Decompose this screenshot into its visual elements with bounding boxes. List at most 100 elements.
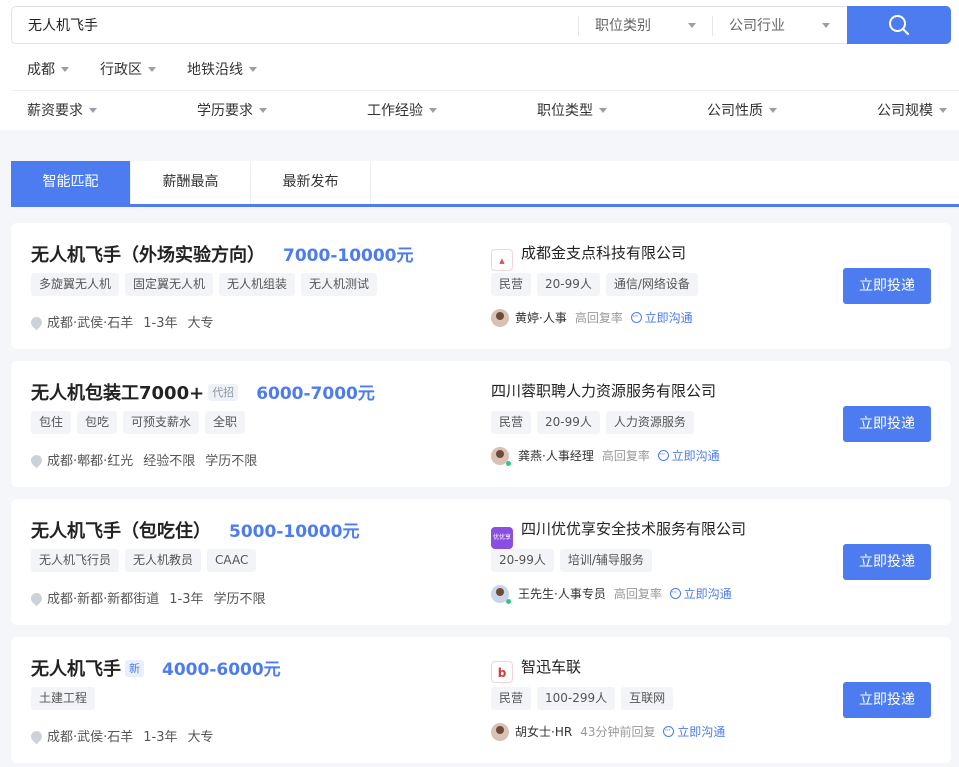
job-location: 成都·郫都·红光 [47,454,134,469]
chat-link[interactable]: 立即沟通 [630,307,693,327]
job-card[interactable]: 无人机飞手（外场实验方向） 7000-10000元 多旋翼无人机 固定翼无人机 无人机… [11,223,951,349]
job-tag: CAAC [207,549,257,572]
recruiter-name: 龚燕·人事经理 [518,449,594,463]
avatar [491,309,509,327]
company-tag: 20-99人 [537,273,600,296]
job-title-row: 无人机飞手新 4000-6000元 [31,655,281,681]
chat-link[interactable]: 立即沟通 [663,721,725,741]
avatar [491,585,509,603]
company-name[interactable]: 四川优优享安全技术服务有限公司 [521,520,746,538]
chat-link[interactable]: 立即沟通 [669,583,732,603]
filter-job-type[interactable]: 职位类型 [537,101,607,121]
search-button[interactable] [847,6,951,44]
filter-company-nature[interactable]: 公司性质 [707,101,777,121]
location-pin-icon [28,314,45,331]
filter-education[interactable]: 学历要求 [197,101,267,121]
chat-link[interactable]: 立即沟通 [657,445,720,465]
location-pin-icon [28,452,45,469]
job-tag: 土建工程 [31,687,96,710]
company-name[interactable]: 成都金支点科技有限公司 [521,244,686,262]
filter-subway[interactable]: 地铁沿线 [187,60,257,80]
recruiter-row: 胡女士·HR 43分钟前回复 立即沟通 [491,721,725,742]
job-experience: 1-3年 [169,592,204,607]
company-name[interactable]: 智迅车联 [521,658,581,676]
job-card[interactable]: 无人机飞手新 4000-6000元 土建工程 成都·武侯·石羊 1-3年 大专 b 智迅… [11,637,951,763]
job-tag: 无人机飞行员 [31,549,120,572]
recruiter-row: 黄婷·人事高回复率 立即沟通 [491,307,693,328]
job-title[interactable]: 无人机飞手 [31,659,121,680]
job-location: 成都·新都·新都街道 [47,592,160,607]
apply-button[interactable]: 立即投递 [843,268,931,304]
job-tags: 多旋翼无人机 固定翼无人机 无人机组装 无人机测试 [31,273,383,296]
search-panel: 职位类别 公司行业 成都 行政区 地铁沿线 薪资要求 学历要求 工作经验 职位类… [0,0,959,130]
search-input[interactable] [12,7,577,43]
reply-rate: 高回复率 [601,449,650,463]
industry-select[interactable]: 公司行业 [712,16,830,36]
reply-rate: 高回复率 [574,311,623,325]
job-card[interactable]: 无人机包装工7000+ 代招 6000-7000元 包住 包吃 可预支薪水 全职 成都·郫… [11,361,951,487]
filter-company-size[interactable]: 公司规模 [877,101,947,121]
new-badge: 新 [125,660,144,677]
sort-tabs: 智能匹配 薪酬最高 最新发布 [11,161,959,207]
job-tag: 包吃 [77,411,118,434]
avatar [491,447,509,465]
company-row: b 智迅车联 [491,656,581,683]
chevron-down-icon [249,67,257,72]
job-location: 成都·武侯·石羊 [47,316,134,331]
job-title[interactable]: 无人机包装工7000+ [31,383,204,404]
apply-button[interactable]: 立即投递 [843,682,931,718]
job-salary: 4000-6000元 [162,660,281,680]
chat-icon [657,445,669,465]
company-tag: 民营 [491,687,532,710]
tab-smart-match[interactable]: 智能匹配 [11,161,131,204]
avatar [491,723,509,741]
tab-highest-salary[interactable]: 薪酬最高 [131,161,251,204]
recruiter-row: 王先生·人事专员高回复率 立即沟通 [491,583,732,605]
recruiter-name: 王先生·人事专员 [518,587,606,601]
chevron-down-icon [61,67,69,72]
apply-button[interactable]: 立即投递 [843,544,931,580]
job-title-row: 无人机飞手（包吃住） 5000-10000元 [31,517,360,543]
chat-icon [630,307,642,327]
chevron-down-icon [429,108,437,113]
industry-label: 公司行业 [729,18,785,34]
company-logo: 优优享 [491,527,513,549]
search-bar: 职位类别 公司行业 [11,6,951,44]
company-tag: 100-299人 [537,687,616,710]
tab-latest[interactable]: 最新发布 [251,161,371,204]
job-tags: 包住 包吃 可预支薪水 全职 [31,411,251,434]
job-card[interactable]: 无人机飞手（包吃住） 5000-10000元 无人机飞行员 无人机教员 CAAC 成都… [11,499,951,625]
location-pin-icon [28,728,45,745]
job-tag: 可预支薪水 [123,411,200,434]
job-tag: 无人机教员 [125,549,202,572]
job-education: 大专 [187,730,214,745]
job-tags: 无人机飞行员 无人机教员 CAAC [31,549,262,572]
job-location: 成都·武侯·石羊 [47,730,134,745]
company-name[interactable]: 四川蓉职聘人力资源服务有限公司 [491,382,716,400]
job-title[interactable]: 无人机飞手（包吃住） [31,521,211,542]
filter-district[interactable]: 行政区 [100,60,156,80]
chevron-down-icon [259,108,267,113]
job-title-row: 无人机包装工7000+ 代招 6000-7000元 [31,379,375,405]
filter-city[interactable]: 成都 [27,60,69,80]
chevron-down-icon [939,108,947,113]
job-category-label: 职位类别 [595,18,651,34]
company-tags: 民营 20-99人 人力资源服务 [491,411,700,434]
job-meta: 成都·郫都·红光 经验不限 学历不限 [28,450,267,469]
company-row: 四川蓉职聘人力资源服务有限公司 [491,380,716,401]
job-tag: 全职 [205,411,246,434]
company-tag: 互联网 [621,687,674,710]
reply-rate: 43分钟前回复 [580,725,656,739]
apply-button[interactable]: 立即投递 [843,406,931,442]
job-tag: 无人机测试 [301,273,378,296]
company-tag: 20-99人 [537,411,600,434]
company-tags: 20-99人 培训/辅导服务 [491,549,658,572]
reply-rate: 高回复率 [613,587,662,601]
job-title[interactable]: 无人机飞手（外场实验方向） [31,245,265,266]
filter-salary[interactable]: 薪资要求 [27,101,97,121]
filter-experience[interactable]: 工作经验 [367,101,437,121]
job-experience: 1-3年 [143,730,178,745]
chevron-down-icon [599,108,607,113]
job-experience: 经验不限 [143,454,196,469]
job-category-select[interactable]: 职位类别 [578,16,696,36]
